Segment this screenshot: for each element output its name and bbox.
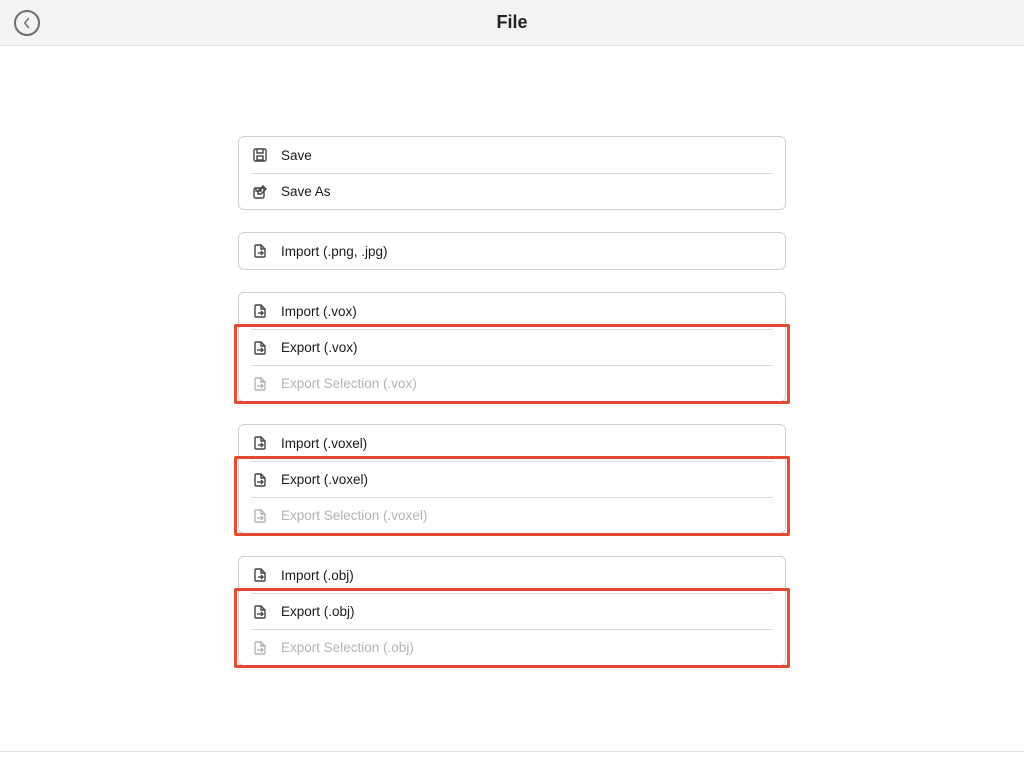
export-sel-vox-label: Export Selection (.vox) [281, 376, 417, 391]
back-button[interactable] [14, 10, 40, 36]
import-vox-label: Import (.vox) [281, 304, 357, 319]
export-vox-label: Export (.vox) [281, 340, 358, 355]
import-obj-row[interactable]: Import (.obj) [251, 557, 773, 593]
header: File [0, 0, 1024, 46]
save-group: Save Save As [238, 136, 786, 210]
export-sel-obj-label: Export Selection (.obj) [281, 640, 414, 655]
import-icon [251, 242, 269, 260]
import-image-group-wrapper: Import (.png, .jpg) [238, 232, 786, 270]
import-voxel-label: Import (.voxel) [281, 436, 367, 451]
save-as-label: Save As [281, 184, 331, 199]
import-icon [251, 566, 269, 584]
export-sel-vox-row: Export Selection (.vox) [251, 365, 773, 401]
chevron-left-icon [21, 17, 33, 29]
save-label: Save [281, 148, 312, 163]
footer-separator [0, 751, 1024, 752]
voxel-group: Import (.voxel) Export (.voxel) Export Sel… [238, 424, 786, 534]
import-image-group: Import (.png, .jpg) [238, 232, 786, 270]
save-icon [251, 146, 269, 164]
export-sel-voxel-label: Export Selection (.voxel) [281, 508, 427, 523]
export-icon [251, 507, 269, 525]
obj-group-wrapper: Import (.obj) Export (.obj) Export Selecti… [238, 556, 786, 666]
save-as-row[interactable]: Save As [251, 173, 773, 209]
export-sel-voxel-row: Export Selection (.voxel) [251, 497, 773, 533]
import-image-label: Import (.png, .jpg) [281, 244, 388, 259]
export-voxel-label: Export (.voxel) [281, 472, 368, 487]
import-voxel-row[interactable]: Import (.voxel) [251, 425, 773, 461]
vox-group-wrapper: Import (.vox) Export (.vox) Export Selecti… [238, 292, 786, 402]
vox-group: Import (.vox) Export (.vox) Export Selecti… [238, 292, 786, 402]
export-icon [251, 375, 269, 393]
save-group-wrapper: Save Save As [238, 136, 786, 210]
export-icon [251, 471, 269, 489]
export-voxel-row[interactable]: Export (.voxel) [251, 461, 773, 497]
import-icon [251, 434, 269, 452]
export-obj-label: Export (.obj) [281, 604, 355, 619]
export-icon [251, 603, 269, 621]
content-area: Save Save As Import (.png, .jpg) Import (.v… [0, 46, 1024, 752]
export-obj-row[interactable]: Export (.obj) [251, 593, 773, 629]
import-image-row[interactable]: Import (.png, .jpg) [251, 233, 773, 269]
save-row[interactable]: Save [251, 137, 773, 173]
export-icon [251, 639, 269, 657]
page-title: File [496, 12, 527, 33]
import-vox-row[interactable]: Import (.vox) [251, 293, 773, 329]
voxel-group-wrapper: Import (.voxel) Export (.voxel) Export Sel… [238, 424, 786, 534]
export-vox-row[interactable]: Export (.vox) [251, 329, 773, 365]
import-obj-label: Import (.obj) [281, 568, 354, 583]
export-icon [251, 339, 269, 357]
save-as-icon [251, 183, 269, 201]
export-sel-obj-row: Export Selection (.obj) [251, 629, 773, 665]
obj-group: Import (.obj) Export (.obj) Export Selecti… [238, 556, 786, 666]
import-icon [251, 302, 269, 320]
